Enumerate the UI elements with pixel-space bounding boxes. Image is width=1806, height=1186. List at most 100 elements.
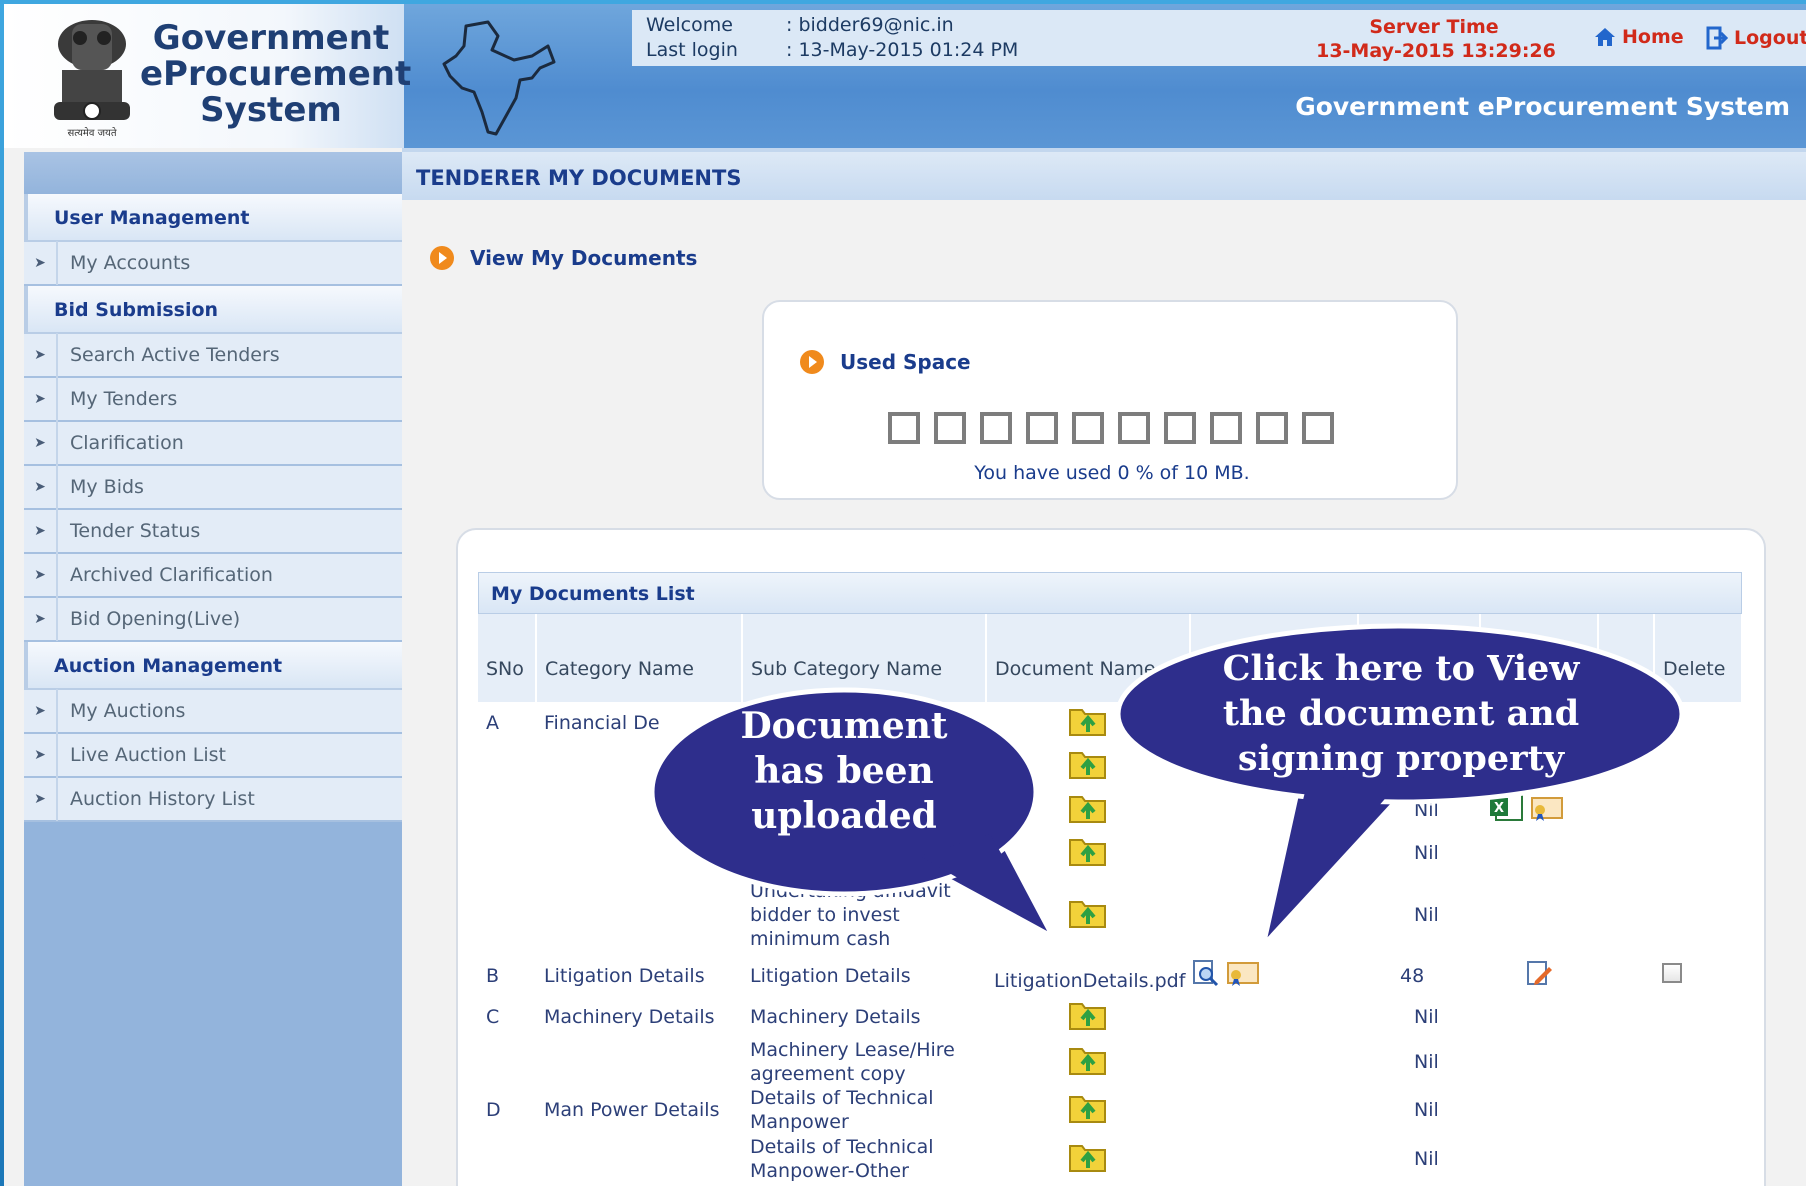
india-map-icon: [442, 20, 556, 136]
emblem-caption: सत्यमेव जयते: [67, 127, 116, 139]
meter-cell: [980, 412, 1012, 444]
sidebar-item-archived-clarification[interactable]: ➤ Archived Clarification: [24, 553, 404, 598]
row-nil: Nil: [1414, 1099, 1439, 1121]
page-header: सत्यमेव जयते Government eProcurement Sys…: [4, 4, 1806, 148]
callout-uploaded-line-3: uploaded: [751, 795, 937, 837]
view-my-documents-heading: View My Documents: [430, 246, 697, 270]
last-login-value: : 13-May-2015 01:24 PM: [786, 39, 1019, 61]
arrow-right-icon: ➤: [24, 241, 58, 285]
sidebar-item-my-bids[interactable]: ➤ My Bids: [24, 465, 404, 510]
meter-cell: [1302, 412, 1334, 444]
used-space-text: You have used 0 % of 10 MB.: [974, 462, 1250, 484]
sidebar-item-my-tenders[interactable]: ➤ My Tenders: [24, 377, 404, 422]
logout-link[interactable]: Logout: [1706, 26, 1806, 50]
meter-cell: [1118, 412, 1150, 444]
table-row: D Man Power Details Details of Technical…: [478, 1086, 1742, 1134]
upload-folder-icon[interactable]: [1067, 832, 1109, 868]
meter-cell: [1026, 412, 1058, 444]
meter-cell: [888, 412, 920, 444]
sidebar-item-bid-opening-live[interactable]: ➤ Bid Opening(Live): [24, 597, 404, 642]
sidebar-item-live-auction-list[interactable]: ➤ Live Auction List: [24, 733, 404, 778]
sidebar-item-label: Live Auction List: [70, 744, 226, 766]
sidebar-item-my-accounts[interactable]: ➤ My Accounts: [24, 241, 404, 286]
arrow-right-icon: ➤: [24, 597, 58, 641]
sidebar-item-my-auctions[interactable]: ➤ My Auctions: [24, 689, 404, 734]
sidebar-item-label: My Bids: [70, 476, 144, 498]
row-category: Man Power Details: [544, 1099, 720, 1121]
arrow-right-icon: ➤: [24, 333, 58, 377]
logout-label: Logout: [1734, 27, 1806, 49]
row-subcategory: Details of Technical Manpower-Other: [750, 1136, 934, 1182]
sidebar-item-label: My Tenders: [70, 388, 178, 410]
used-space-card: Used Space You have used 0 % of 10 MB.: [762, 300, 1458, 500]
upload-folder-icon[interactable]: [1067, 1041, 1109, 1077]
used-space-heading: Used Space: [800, 350, 971, 374]
logo-line-2: eProcurement: [140, 54, 412, 94]
orange-bullet-icon: [800, 350, 824, 374]
upload-folder-icon[interactable]: [1067, 702, 1109, 738]
home-label: Home: [1622, 26, 1684, 48]
row-sno: C: [486, 1006, 500, 1028]
sidebar-item-label: Auction History List: [70, 788, 255, 810]
row-subcategory: Machinery Lease/Hire agreement copy: [750, 1039, 955, 1085]
sidebar-item-label: Clarification: [70, 432, 184, 454]
arrow-right-icon: ➤: [24, 777, 58, 821]
sidebar-section-auction-management: Auction Management: [24, 642, 404, 690]
sidebar-top: [24, 152, 404, 194]
sidebar-section-bid-submission: Bid Submission: [24, 286, 404, 334]
logout-icon: [1706, 26, 1728, 50]
upload-folder-icon[interactable]: [1067, 1138, 1109, 1174]
sidebar-item-auction-history-list[interactable]: ➤ Auction History List: [24, 777, 404, 822]
national-emblem-icon: सत्यमेव जयते: [54, 20, 130, 139]
meter-cell: [1210, 412, 1242, 444]
table-row: Machinery Lease/Hire agreement copy Nil: [478, 1038, 1742, 1086]
welcome-user: : bidder69@nic.in: [786, 14, 954, 36]
arrow-right-icon: ➤: [24, 465, 58, 509]
upload-folder-icon[interactable]: [1067, 745, 1109, 781]
used-space-title: Used Space: [840, 350, 971, 374]
edit-document-icon[interactable]: [1525, 959, 1553, 987]
callout-uploaded: Document has been uploaded: [648, 684, 1068, 984]
server-time-value: 13-May-2015 13:29:26: [1316, 40, 1556, 62]
home-link[interactable]: Home: [1594, 26, 1684, 48]
row-subcategory: Details of Technical Manpower: [750, 1087, 934, 1133]
meter-cell: [1164, 412, 1196, 444]
upload-folder-icon[interactable]: [1067, 894, 1109, 930]
used-space-meter: [888, 412, 1334, 444]
callout-view-line-1: Click here to View: [1222, 648, 1580, 689]
signing-property-certificate-icon[interactable]: [1226, 959, 1260, 987]
arrow-right-icon: ➤: [24, 733, 58, 777]
sidebar-item-tender-status[interactable]: ➤ Tender Status: [24, 509, 404, 554]
arrow-right-icon: ➤: [24, 421, 58, 465]
sidebar-item-label: My Auctions: [70, 700, 186, 722]
callout-uploaded-line-2: has been: [754, 750, 934, 792]
last-login-label: Last login: [646, 39, 738, 61]
browser-frame: सत्यमेव जयते Government eProcurement Sys…: [4, 4, 1806, 1186]
page-title: TENDERER MY DOCUMENTS: [416, 166, 742, 190]
sidebar-item-label: Search Active Tenders: [70, 344, 280, 366]
delete-checkbox[interactable]: [1662, 963, 1682, 983]
home-icon: [1595, 28, 1615, 46]
logo-line-1: Government: [152, 18, 390, 58]
documents-list-title: My Documents List: [478, 572, 1742, 614]
callout-view-line-2: the document and: [1222, 693, 1580, 734]
table-row: C Machinery Details Machinery Details Ni…: [478, 996, 1742, 1038]
server-time-label: Server Time: [1369, 16, 1499, 38]
sidebar-item-clarification[interactable]: ➤ Clarification: [24, 421, 404, 466]
sidebar-nav: User Management ➤ My Accounts Bid Submis…: [24, 152, 404, 1186]
row-size: 48: [1400, 965, 1425, 987]
meter-cell: [934, 412, 966, 444]
row-nil: Nil: [1414, 1006, 1439, 1028]
sidebar-item-label: Archived Clarification: [70, 564, 273, 586]
view-document-icon[interactable]: [1191, 959, 1219, 987]
sidebar-item-label: My Accounts: [70, 252, 191, 274]
upload-folder-icon[interactable]: [1067, 789, 1109, 825]
arrow-right-icon: ➤: [24, 689, 58, 733]
upload-folder-icon[interactable]: [1067, 1089, 1109, 1125]
meter-cell: [1072, 412, 1104, 444]
upload-folder-icon[interactable]: [1067, 996, 1109, 1032]
sidebar-item-search-active-tenders[interactable]: ➤ Search Active Tenders: [24, 333, 404, 378]
arrow-right-icon: ➤: [24, 377, 58, 421]
logo-area[interactable]: सत्यमेव जयते Government eProcurement Sys…: [4, 4, 412, 148]
orange-bullet-icon: [430, 246, 454, 270]
